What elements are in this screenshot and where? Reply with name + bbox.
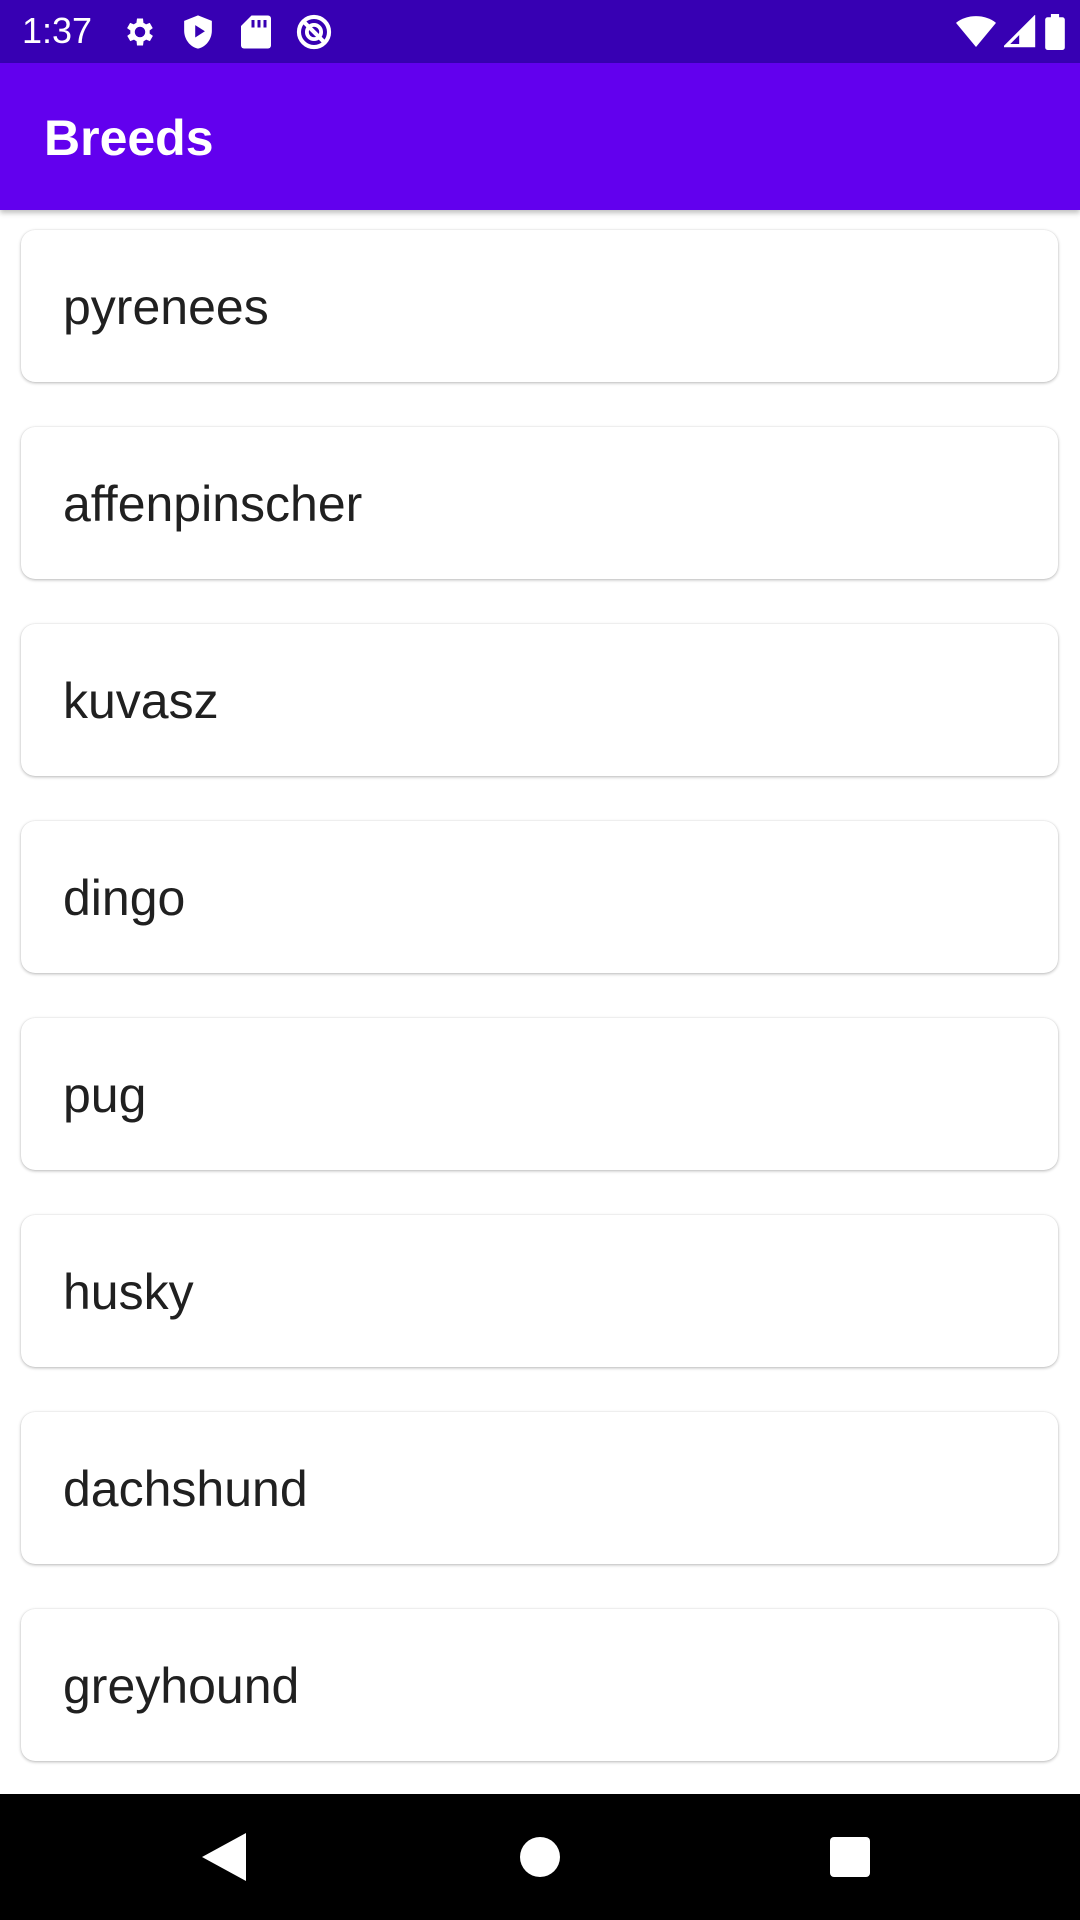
app-bar: Breeds: [0, 63, 1080, 210]
breed-name: dachshund: [63, 1461, 308, 1517]
settings-icon: [120, 12, 160, 52]
recents-icon[interactable]: [820, 1827, 880, 1887]
back-icon[interactable]: [194, 1827, 254, 1887]
breed-name: husky: [63, 1264, 194, 1320]
home-icon[interactable]: [510, 1827, 570, 1887]
list-item[interactable]: greyhound: [21, 1609, 1058, 1761]
list-item[interactable]: dingo: [21, 821, 1058, 973]
list-item[interactable]: kuvasz: [21, 624, 1058, 776]
screen: 1:37 Breeds pyrenees affenpinscher kuvas…: [0, 0, 1080, 1920]
breed-name: pug: [63, 1067, 147, 1123]
do-not-disturb-icon: [294, 12, 334, 52]
breed-list[interactable]: pyrenees affenpinscher kuvasz dingo pug …: [0, 210, 1080, 1794]
sd-card-icon: [236, 12, 276, 52]
status-icons-right: [948, 12, 1066, 52]
wifi-icon: [956, 12, 996, 52]
status-time: 1:37: [22, 10, 93, 51]
status-icons-left: [120, 12, 352, 52]
navigation-bar: [0, 1794, 1080, 1920]
play-protect-icon: [178, 12, 218, 52]
status-bar: 1:37: [0, 0, 1080, 63]
breed-name: greyhound: [63, 1658, 300, 1714]
list-item[interactable]: pyrenees: [21, 230, 1058, 382]
list-item[interactable]: husky: [21, 1215, 1058, 1367]
list-item[interactable]: affenpinscher: [21, 427, 1058, 579]
breed-name: pyrenees: [63, 279, 269, 335]
battery-icon: [1044, 12, 1066, 52]
breed-name: dingo: [63, 870, 186, 926]
cell-signal-icon: [1004, 12, 1036, 52]
page-title: Breeds: [44, 110, 214, 166]
list-item[interactable]: dachshund: [21, 1412, 1058, 1564]
breed-name: affenpinscher: [63, 476, 363, 532]
breed-name: kuvasz: [63, 673, 219, 729]
list-item[interactable]: pug: [21, 1018, 1058, 1170]
